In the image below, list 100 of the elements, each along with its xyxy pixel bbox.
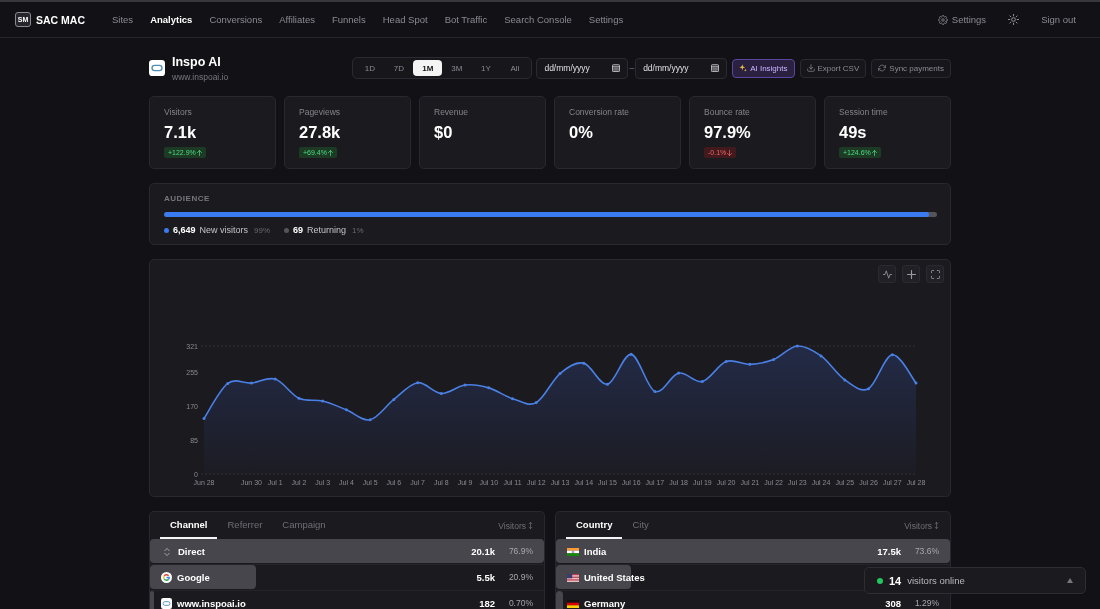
data-point [273, 377, 277, 381]
data-point [487, 386, 491, 390]
settings-link[interactable]: Settings [937, 14, 987, 25]
nav-link[interactable]: Funnels [331, 14, 366, 25]
row-name[interactable]: Germany [584, 598, 626, 609]
range-tab[interactable]: 1D [355, 60, 385, 76]
stat-label: Revenue [434, 107, 469, 118]
range-tab[interactable]: 1M [413, 60, 443, 76]
site-logo-icon [149, 60, 165, 76]
legend-count: 69 [293, 225, 304, 235]
ai-insights-button[interactable]: AI Insights [732, 58, 795, 78]
nav-link[interactable]: Settings [588, 14, 624, 25]
range-tab[interactable]: 7D [384, 60, 414, 76]
data-point [534, 401, 538, 405]
data-point [582, 361, 586, 365]
data-point [653, 389, 657, 393]
export-button[interactable]: Export CSV [799, 58, 867, 78]
row-name[interactable]: Direct [178, 546, 205, 557]
g-logo-icon [161, 572, 172, 583]
data-point [914, 381, 918, 385]
sync-button[interactable]: Sync payments [871, 58, 951, 78]
row-visitors: 20.1k [471, 546, 495, 557]
date-field[interactable]: dd/mm/yyyy [635, 57, 728, 79]
data-point [724, 360, 728, 364]
nav-link[interactable]: Bot Traffic [444, 14, 488, 25]
nav-link[interactable]: Head Spot [382, 14, 428, 25]
range-tab[interactable]: All [500, 60, 530, 76]
germany-flag-icon [567, 599, 579, 608]
activity-button[interactable] [878, 265, 896, 283]
expand-icon [930, 269, 940, 279]
row-visitors: 308 [885, 598, 901, 609]
stat-value: $0 [434, 122, 453, 142]
data-point [867, 387, 871, 391]
range-tab[interactable]: 3M [442, 60, 472, 76]
row-name[interactable]: www.inspoai.io [177, 598, 246, 609]
add-button[interactable] [902, 265, 920, 283]
row-share: 0.70% [507, 598, 533, 609]
stat-label: Pageviews [299, 107, 341, 118]
row-visitors: 17.5k [877, 546, 901, 557]
data-point [772, 358, 776, 362]
data-point [677, 371, 681, 375]
data-point [297, 396, 301, 400]
arrow-up-icon [196, 149, 202, 156]
row-visitors: 5.5k [476, 572, 495, 583]
sort-button[interactable]: Visitors [904, 512, 939, 539]
sort-button[interactable]: Visitors [498, 512, 533, 539]
legend-count: 6,649 [173, 225, 196, 235]
caret-up-icon [1067, 578, 1073, 583]
us-flag-icon [567, 573, 579, 582]
section-title: AUDIENCE [164, 194, 211, 204]
legend-label: Returning [307, 225, 347, 235]
online-count: 14 [889, 574, 902, 587]
panel-tab[interactable]: Campaign [272, 512, 336, 539]
data-point [321, 399, 325, 403]
stat-label: Session time [839, 107, 888, 118]
row-share: 1.29% [913, 598, 939, 609]
legend-share: 99% [254, 225, 271, 235]
nav-link[interactable]: Search Console [504, 14, 572, 25]
data-point [629, 352, 633, 356]
calendar-icon [711, 64, 720, 72]
settings-icon [937, 14, 948, 25]
row-name[interactable]: India [584, 546, 607, 557]
data-point [511, 397, 515, 401]
status-dot [877, 577, 883, 584]
arrow-up-icon [327, 149, 333, 156]
stat-value: 7.1k [164, 122, 197, 142]
expand-button[interactable] [1067, 578, 1073, 583]
stat-label: Bounce rate [704, 107, 750, 118]
panel-tab[interactable]: Referrer [217, 512, 273, 539]
data-point [368, 418, 372, 422]
sparkle-icon [739, 64, 748, 72]
range-tab[interactable]: 1Y [471, 60, 501, 76]
sign-out-link[interactable]: Sign out [1041, 14, 1076, 25]
refresh-icon [878, 64, 887, 72]
row-share: 73.6% [913, 546, 939, 557]
nav-link[interactable]: Affiliates [279, 14, 315, 25]
row-name[interactable]: Google [177, 572, 210, 583]
india-flag-icon [567, 547, 579, 556]
data-point [748, 362, 752, 366]
data-point [700, 380, 704, 383]
row-visitors: 182 [479, 598, 495, 609]
data-point [558, 372, 562, 375]
row-share: 20.9% [507, 572, 533, 583]
nav-link[interactable]: Conversions [209, 14, 263, 25]
row-name[interactable]: United States [584, 572, 645, 583]
data-point [416, 381, 420, 385]
data-point [890, 353, 894, 357]
arrow-down-icon [727, 149, 733, 156]
site-logo-icon [161, 598, 172, 609]
nav-link[interactable]: Sites [112, 14, 134, 25]
date-field[interactable]: dd/mm/yyyy [536, 57, 629, 79]
nav-link[interactable]: Analytics [150, 14, 193, 25]
pulse-icon [882, 269, 892, 279]
row-share: 76.9% [507, 546, 533, 557]
chevrons-icon [164, 547, 170, 556]
panel-tab[interactable]: City [622, 512, 659, 539]
fullscreen-button[interactable] [926, 265, 944, 283]
brand-name: SAC MAC [36, 13, 85, 26]
data-point [202, 417, 206, 421]
theme-toggle-button[interactable] [1008, 14, 1020, 25]
